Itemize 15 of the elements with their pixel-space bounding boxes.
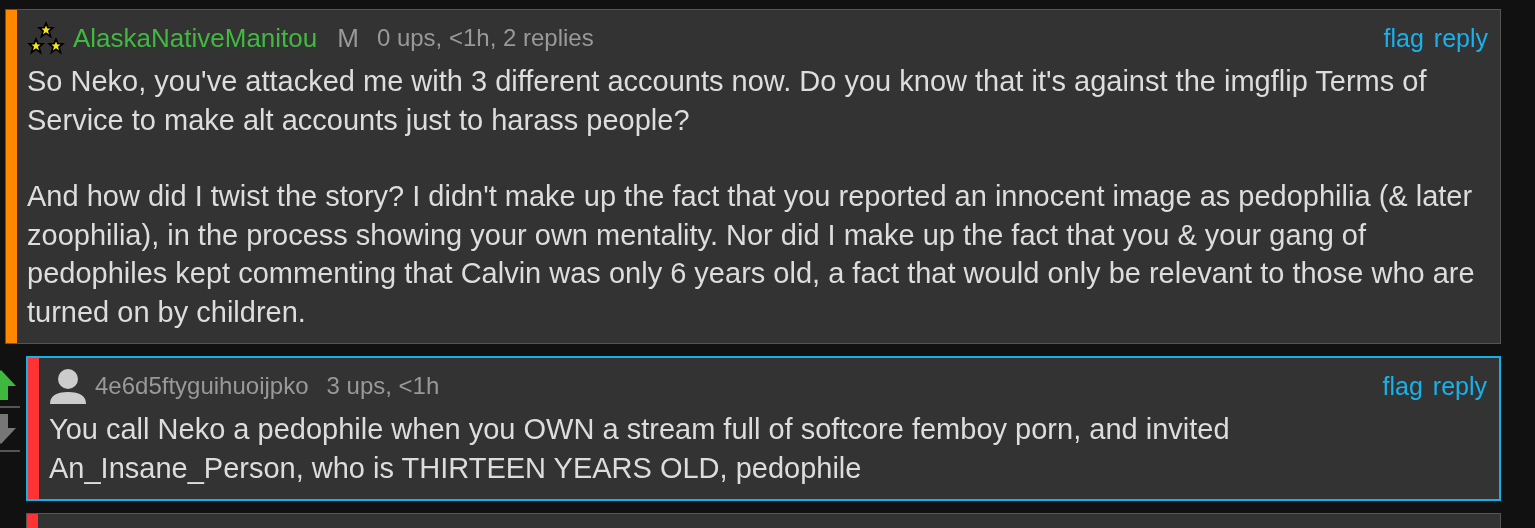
comment-meta: 3 ups, <1h [326, 372, 440, 400]
comment-action-link[interactable]: flag [1383, 23, 1424, 53]
comment-action-link[interactable]: reply [1432, 371, 1487, 401]
user-avatar-icon [49, 368, 87, 404]
comment-action-link[interactable]: flag [1382, 371, 1423, 401]
comment-meta: 0 ups, <1h, 2 replies [376, 24, 594, 52]
comment-action-link[interactable]: reply [1433, 23, 1488, 53]
comment-text: You call Neko a pedophile when you OWN a stream full of softcore femboy porn, and invited An_Insane_Person, who is THIRTEEN YEARS OLD, pedophile [49, 412, 1231, 486]
username-link[interactable]: AlaskaNativeManitou [73, 22, 318, 54]
comment-text: So Neko, you've attacked me with 3 different accounts now. Do you know that it's against the imgflip Terms of Service to make alt accounts just to harass people? [27, 64, 1428, 138]
comment-text: And how did I twist the story? I didn't make up the fact that you reported an innocent image as pedophilia (& later zoophilia), in the process showing your own mentality. Nor did I make up the fact that you & your gang of pedophiles kept commenting that Calvin was only 6 years old, a fact that would only be relevant to those who are turned on by children. [27, 179, 1476, 330]
member-label: M [337, 22, 359, 54]
downvote-arrow-icon[interactable] [0, 406, 20, 452]
username-link[interactable]: 4e6d5ftyguihuoijpko [95, 372, 309, 400]
three-stars-icon [27, 21, 65, 55]
